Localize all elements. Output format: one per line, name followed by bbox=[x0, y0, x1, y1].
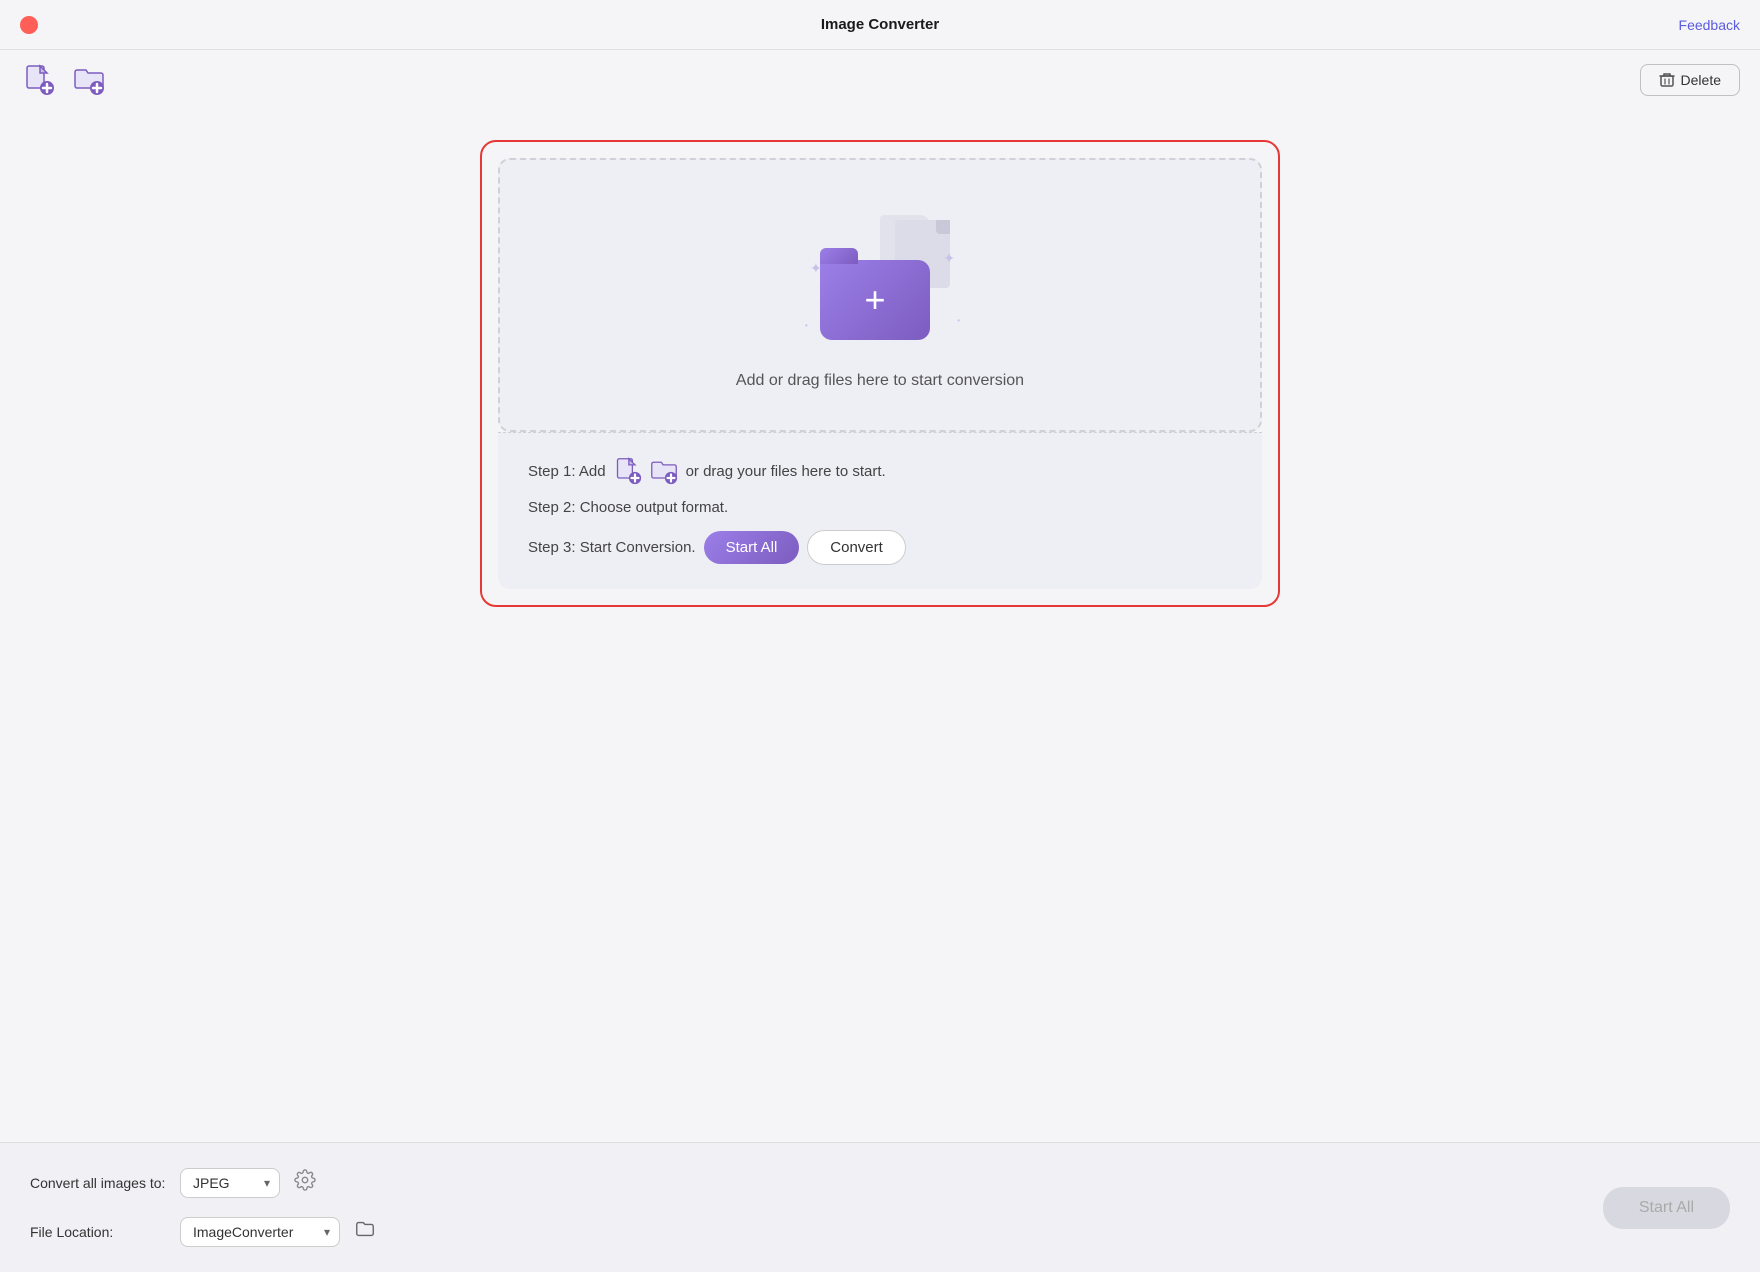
format-select-wrapper: JPEG PNG WEBP BMP TIFF GIF bbox=[180, 1168, 280, 1198]
start-all-button[interactable]: Start All bbox=[704, 531, 800, 564]
step-2-row: Step 2: Choose output format. bbox=[528, 499, 1232, 516]
open-folder-icon bbox=[354, 1218, 376, 1240]
location-select[interactable]: ImageConverter Desktop Downloads Custom.… bbox=[180, 1217, 340, 1247]
settings-icon bbox=[294, 1169, 316, 1191]
add-file-button[interactable] bbox=[20, 61, 58, 99]
file-location-label: File Location: bbox=[30, 1224, 170, 1240]
convert-format-row: Convert all images to: JPEG PNG WEBP BMP… bbox=[30, 1165, 380, 1200]
folder-main-icon: + bbox=[820, 260, 930, 340]
delete-button[interactable]: Delete bbox=[1640, 64, 1740, 96]
app-title: Image Converter bbox=[821, 16, 939, 33]
feedback-link[interactable]: Feedback bbox=[1679, 17, 1740, 33]
step-folder-icon[interactable] bbox=[650, 457, 678, 485]
close-button[interactable] bbox=[20, 16, 38, 34]
sparkle-2: ✦ bbox=[943, 250, 955, 267]
steps-section: Step 1: Add bbox=[498, 432, 1262, 589]
step-2-text: Step 2: Choose output format. bbox=[528, 499, 728, 516]
format-settings-button[interactable] bbox=[290, 1165, 320, 1200]
step-file-icon[interactable] bbox=[614, 457, 642, 485]
start-all-disabled-button[interactable]: Start All bbox=[1603, 1187, 1730, 1229]
step-1-suffix: or drag your files here to start. bbox=[686, 463, 886, 480]
toolbar: Delete bbox=[0, 50, 1760, 110]
delete-icon bbox=[1659, 72, 1675, 88]
folder-illustration: + ✦ ✦ • • bbox=[800, 210, 960, 340]
step-1-text: Step 1: Add bbox=[528, 463, 606, 480]
convert-button[interactable]: Convert bbox=[807, 530, 906, 565]
step-3-text: Step 3: Start Conversion. bbox=[528, 539, 696, 556]
outer-drop-zone[interactable]: + ✦ ✦ • • Add or drag files here to star… bbox=[480, 140, 1280, 607]
convert-all-label: Convert all images to: bbox=[30, 1175, 170, 1191]
drop-text: Add or drag files here to start conversi… bbox=[736, 372, 1024, 390]
format-select[interactable]: JPEG PNG WEBP BMP TIFF GIF bbox=[180, 1168, 280, 1198]
bottom-left-controls: Convert all images to: JPEG PNG WEBP BMP… bbox=[30, 1165, 380, 1250]
folder-plus-icon: + bbox=[864, 282, 885, 318]
step-1-row: Step 1: Add bbox=[528, 457, 1232, 485]
sparkle-1: ✦ bbox=[810, 260, 822, 277]
main-content: + ✦ ✦ • • Add or drag files here to star… bbox=[0, 110, 1760, 637]
sparkle-3: • bbox=[957, 316, 960, 325]
inner-drop-area[interactable]: + ✦ ✦ • • Add or drag files here to star… bbox=[498, 158, 1262, 432]
bottom-bar: Convert all images to: JPEG PNG WEBP BMP… bbox=[0, 1142, 1760, 1272]
delete-label: Delete bbox=[1681, 72, 1721, 88]
sparkle-4: • bbox=[805, 321, 808, 330]
open-folder-button[interactable] bbox=[350, 1214, 380, 1250]
add-folder-button[interactable] bbox=[70, 61, 108, 99]
location-select-wrapper: ImageConverter Desktop Downloads Custom.… bbox=[180, 1217, 340, 1247]
file-location-row: File Location: ImageConverter Desktop Do… bbox=[30, 1214, 380, 1250]
toolbar-left bbox=[20, 61, 108, 99]
step-3-row: Step 3: Start Conversion. Start All Conv… bbox=[528, 530, 1232, 565]
title-bar: Image Converter Feedback bbox=[0, 0, 1760, 50]
